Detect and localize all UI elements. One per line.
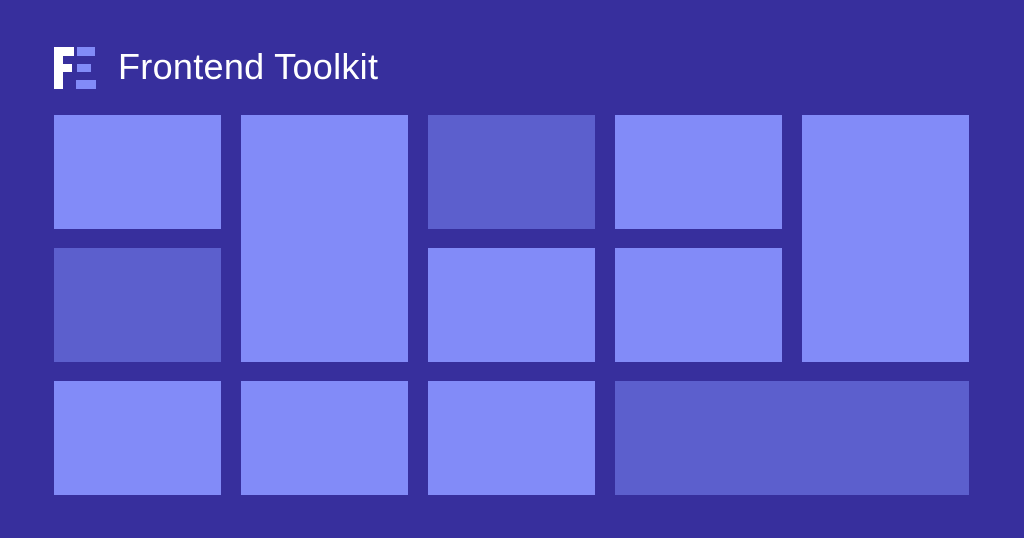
brand-title: Frontend Toolkit [118, 46, 379, 87]
tile [615, 115, 782, 229]
tile [241, 381, 408, 495]
tile [428, 115, 595, 229]
tile [54, 248, 221, 362]
tile [241, 115, 408, 362]
tile [615, 381, 969, 495]
fe-monogram-icon [54, 47, 96, 89]
tile [54, 115, 221, 229]
tile-grid [54, 115, 969, 496]
tile [428, 248, 595, 362]
tile [428, 381, 595, 495]
tile [615, 248, 782, 362]
tile [802, 115, 969, 362]
tile [54, 381, 221, 495]
brand-header: Frontend Toolkit [54, 42, 378, 92]
